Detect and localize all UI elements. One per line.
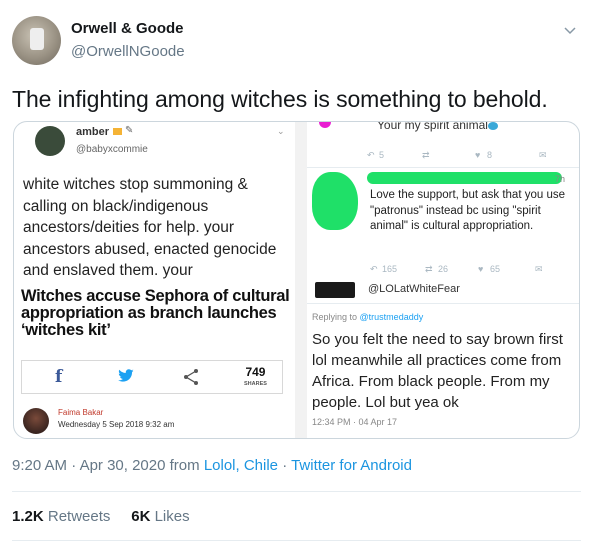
reply-count: 165 xyxy=(382,264,398,274)
reply-handle: @LOLatWhiteFear xyxy=(368,283,460,295)
embedded-chevron-icon: ⌄ xyxy=(277,126,285,136)
twitter-icon xyxy=(118,369,134,382)
pencil-icon: ✎ xyxy=(125,125,134,136)
retweet-icon: ⇄ xyxy=(422,150,430,160)
message-icon: ✉ xyxy=(535,264,543,274)
divider xyxy=(12,540,581,541)
reply-actions: ↶ 165 ⇄ 26 ♥ 65 ✉ xyxy=(370,264,579,276)
retweet-icon: ⇄ xyxy=(425,264,433,274)
like-icon: ♥ xyxy=(475,150,481,160)
embedded-tweet-body: white witches stop summoning & calling o… xyxy=(23,176,277,279)
divider xyxy=(307,167,579,168)
retweet-count: 26 xyxy=(438,264,449,274)
emoji-badge-icon xyxy=(113,128,122,135)
panel-divider xyxy=(295,122,307,438)
reply-body: So you felt the need to say brown first … xyxy=(312,331,563,411)
article-date: Wednesday 5 Sep 2018 9:32 am xyxy=(58,420,175,429)
chevron-down-icon[interactable] xyxy=(562,22,578,38)
reply-text: Love the support, but ask that you use "… xyxy=(370,189,565,232)
redacted-name xyxy=(367,172,562,184)
right-panel: Your my spirit animal ↶ 5 ⇄ ♥ 8 ✉ 7h Lov… xyxy=(307,122,579,438)
like-count: 8 xyxy=(487,150,493,160)
embedded-user-handle: @babyxcommie xyxy=(76,144,148,155)
like-count: 65 xyxy=(490,264,501,274)
embedded-avatar xyxy=(35,126,65,156)
media-image[interactable]: amber ✎ @babyxcommie ⌄ white witches sto… xyxy=(13,121,580,439)
tweet-text: The infighting among witches is somethin… xyxy=(12,86,548,112)
tweet-date[interactable]: Apr 30, 2020 xyxy=(80,457,166,474)
article-author-name: Faima Bakar xyxy=(58,408,104,417)
facebook-icon: f xyxy=(55,367,63,387)
article-author-avatar xyxy=(23,408,49,434)
top-actions: ↶ 5 ⇄ ♥ 8 ✉ xyxy=(367,150,577,162)
article-headline: Witches accuse Sephora of cultural appro… xyxy=(21,287,290,339)
share-count: 749 SHARES xyxy=(244,365,267,387)
share-bar: f 749 SHARES xyxy=(21,360,283,394)
redacted-avatar-2 xyxy=(315,282,355,298)
like-icon: ♥ xyxy=(478,264,484,274)
tweet: Orwell & Goode @OrwellNGoode The infight… xyxy=(0,0,593,547)
share-icon xyxy=(184,369,198,385)
emoji-icon xyxy=(487,122,498,130)
tweet-time[interactable]: 9:20 AM xyxy=(12,457,67,474)
divider xyxy=(12,491,581,492)
divider xyxy=(307,303,579,304)
embedded-user-name: amber xyxy=(76,126,110,138)
reply-date: 12:34 PM · 04 Apr 17 xyxy=(312,417,398,427)
reply-icon: ↶ xyxy=(367,150,375,160)
reply-time: 7h xyxy=(555,174,566,184)
message-icon: ✉ xyxy=(539,150,547,160)
client-link[interactable]: Twitter for Android xyxy=(291,457,412,474)
reply-count: 5 xyxy=(379,150,385,160)
reply-icon: ↶ xyxy=(370,264,378,274)
author-handle[interactable]: @OrwellNGoode xyxy=(71,43,185,60)
tweet-stats: 1.2K Retweets 6K Likes xyxy=(12,508,190,525)
retweets-stat[interactable]: 1.2K Retweets xyxy=(12,508,110,525)
replying-to: Replying to @trustmedaddy xyxy=(312,312,424,322)
author-name[interactable]: Orwell & Goode xyxy=(71,20,184,37)
avatar[interactable] xyxy=(12,16,61,65)
top-reply-text: Your my spirit animal xyxy=(377,122,498,132)
redacted-avatar xyxy=(312,172,358,230)
tweet-meta: 9:20 AM · Apr 30, 2020 from Lolol, Chile… xyxy=(12,457,412,474)
pink-scribble xyxy=(319,122,331,128)
likes-stat[interactable]: 6K Likes xyxy=(131,508,189,525)
location-link[interactable]: Lolol, Chile xyxy=(204,457,278,474)
